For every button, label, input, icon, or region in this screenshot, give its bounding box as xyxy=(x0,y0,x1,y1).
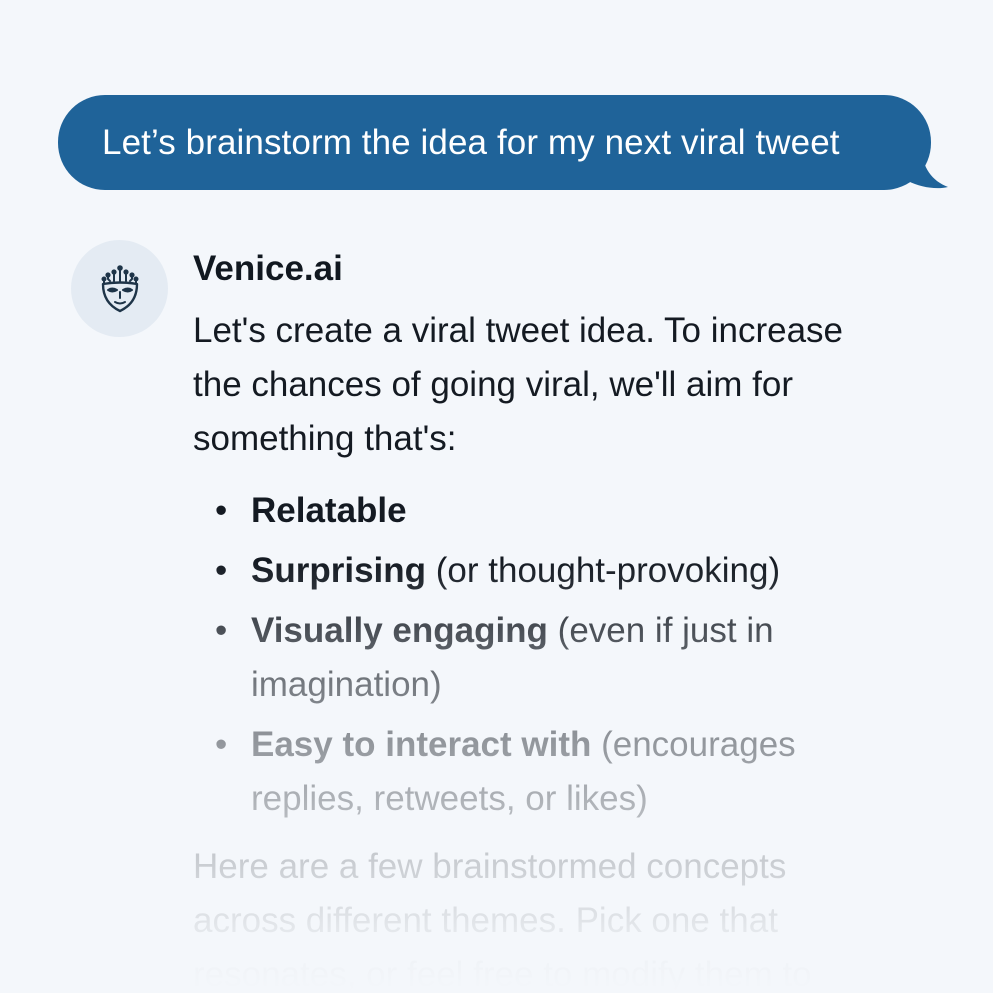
user-message-text: Let’s brainstorm the idea for my next vi… xyxy=(102,122,840,162)
list-item-bold: Relatable xyxy=(251,491,407,530)
bullet-dot: • xyxy=(215,491,228,530)
bubble-tail xyxy=(908,149,948,189)
bullet-dot: • xyxy=(215,725,228,764)
list-item: • Surprising (or thought-provoking) xyxy=(193,544,893,598)
list-item-text: (or thought-provoking) xyxy=(426,551,781,590)
bullet-dot: • xyxy=(215,551,228,590)
user-message: Let’s brainstorm the idea for my next vi… xyxy=(58,95,948,190)
list-item: • Easy to interact with (encourages repli… xyxy=(193,718,893,826)
chat-view: Let’s brainstorm the idea for my next vi… xyxy=(0,0,993,993)
assistant-name: Venice.ai xyxy=(193,249,343,288)
feature-list: • Relatable • Surprising (or thought-provo… xyxy=(193,484,893,826)
assistant-intro: Let's create a viral tweet idea. To incr… xyxy=(193,311,843,458)
list-item-bold: Visually engaging xyxy=(251,611,548,650)
list-item-bold: Easy to interact with xyxy=(251,725,592,764)
list-item: • Visually engaging (even if just in imag… xyxy=(193,604,893,712)
user-message-bubble: Let’s brainstorm the idea for my next vi… xyxy=(58,95,931,190)
assistant-followup: Here are a few brainstormed concepts acr… xyxy=(193,847,812,993)
avatar xyxy=(71,240,168,337)
list-item: • Relatable xyxy=(193,484,893,538)
assistant-message: Let's create a viral tweet idea. To incr… xyxy=(193,304,893,993)
venice-mask-icon xyxy=(101,264,138,312)
bullet-dot: • xyxy=(215,611,228,650)
list-item-bold: Surprising xyxy=(251,551,427,590)
